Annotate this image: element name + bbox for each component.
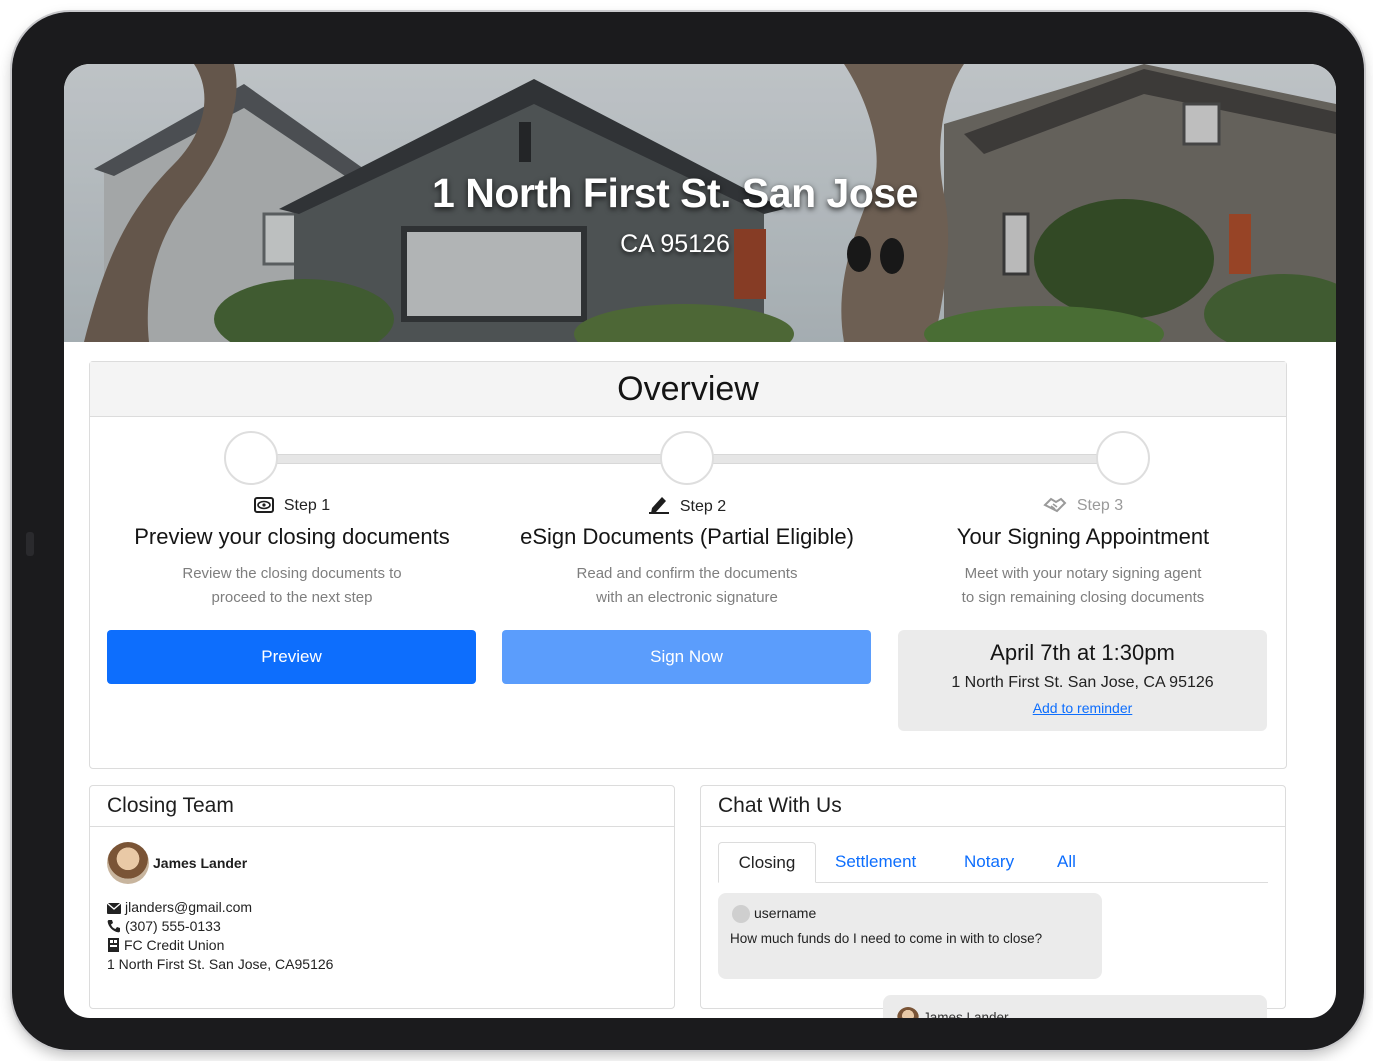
step1-label-row: Step 1 xyxy=(107,494,477,518)
tab-settlement[interactable]: Settlement xyxy=(835,842,916,882)
step2-description: Read and confirm the documents with an el… xyxy=(502,562,872,610)
appointment-box: April 7th at 1:30pm 1 North First St. Sa… xyxy=(898,630,1267,731)
overview-panel: Overview Step 1 Preview your closing doc… xyxy=(89,361,1287,769)
building-icon xyxy=(108,938,119,952)
chat-card: Chat With Us Closing Settlement Notary A… xyxy=(700,785,1286,1018)
message-sender: username xyxy=(732,905,816,923)
screen: 1 North First St. San Jose CA 95126 Over… xyxy=(64,64,1336,1018)
message-text: How much funds do I need to come in with… xyxy=(730,931,1043,946)
step2-desc-line2: with an electronic signature xyxy=(596,589,778,606)
handshake-icon xyxy=(1043,497,1067,513)
closing-team-card: Closing Team James Lander jlanders@gmail… xyxy=(89,785,675,1009)
team-member: James Lander xyxy=(107,842,247,884)
sign-now-button[interactable]: Sign Now xyxy=(502,630,871,684)
company-row: FC Credit Union xyxy=(107,936,333,955)
tablet-side-button xyxy=(26,532,34,556)
message-username: username xyxy=(754,905,817,921)
chat-message: username How much funds do I need to com… xyxy=(718,893,1102,979)
step2-label-row: Step 2 xyxy=(502,494,872,518)
step1-title: Preview your closing documents xyxy=(134,524,450,549)
reply-sender: James Lander xyxy=(897,1007,1009,1018)
appointment-address: 1 North First St. San Jose, CA 95126 xyxy=(951,674,1214,691)
overview-heading: Overview xyxy=(90,362,1286,417)
step3-desc-line1: Meet with your notary signing agent xyxy=(964,565,1202,582)
tab-all[interactable]: All xyxy=(1057,842,1076,882)
member-phone[interactable]: (307) 555-0133 xyxy=(125,918,221,934)
reply-username: James Lander xyxy=(923,1010,1009,1018)
progress-dot-step3 xyxy=(1096,431,1150,485)
step2-column: Step 2 eSign Documents (Partial Eligible… xyxy=(502,494,872,610)
property-address-title: 1 North First St. San Jose xyxy=(432,170,918,216)
step2-label: Step 2 xyxy=(679,498,727,515)
address-row: 1 North First St. San Jose, CA95126 xyxy=(107,955,333,974)
user-avatar-icon xyxy=(732,905,750,923)
tab-notary[interactable]: Notary xyxy=(964,842,1014,882)
step2-title: eSign Documents (Partial Eligible) xyxy=(520,524,854,549)
phone-row: (307) 555-0133 xyxy=(107,917,333,936)
email-row: jlanders@gmail.com xyxy=(106,898,333,917)
step3-title: Your Signing Appointment xyxy=(956,524,1210,549)
step3-column: Step 3 Your Signing Appointment Meet wit… xyxy=(898,494,1268,610)
progress-dot-step2 xyxy=(660,431,714,485)
tab-closing[interactable]: Closing xyxy=(718,842,816,883)
step1-column: Step 1 Preview your closing documents Re… xyxy=(107,494,477,610)
envelope-icon xyxy=(106,902,122,914)
step3-desc-line2: to sign remaining closing documents xyxy=(961,589,1205,606)
step3-label: Step 3 xyxy=(1076,497,1124,514)
member-address: 1 North First St. San Jose, CA95126 xyxy=(107,956,334,972)
step2-desc-line1: Read and confirm the documents xyxy=(576,565,798,582)
phone-icon xyxy=(107,920,120,933)
chat-title: Chat With Us xyxy=(701,786,1285,827)
step3-description: Meet with your notary signing agent to si… xyxy=(898,562,1268,610)
progress-dot-step1 xyxy=(224,431,278,485)
step1-desc-line1: Review the closing documents to xyxy=(182,565,402,582)
property-state-zip: CA 95126 xyxy=(620,230,730,258)
preview-button[interactable]: Preview xyxy=(107,630,476,684)
reply-avatar xyxy=(897,1007,919,1018)
chat-tabs: Closing Settlement Notary All xyxy=(718,842,1268,883)
step3-label-row: Step 3 xyxy=(898,494,1268,518)
step1-label: Step 1 xyxy=(283,497,331,514)
member-name: James Lander xyxy=(153,855,248,871)
member-company: FC Credit Union xyxy=(124,937,225,953)
avatar xyxy=(107,842,149,884)
appointment-time: April 7th at 1:30pm xyxy=(990,640,1175,665)
step1-desc-line2: proceed to the next step xyxy=(211,589,373,606)
eye-icon xyxy=(253,497,274,513)
member-contact-info: jlanders@gmail.com (307) 555-0133 FC Cre… xyxy=(106,898,333,974)
closing-team-title: Closing Team xyxy=(90,786,674,827)
pen-icon xyxy=(648,497,669,514)
member-email[interactable]: jlanders@gmail.com xyxy=(125,899,252,915)
tablet-frame: 1 North First St. San Jose CA 95126 Over… xyxy=(12,12,1364,1050)
add-to-reminder-link[interactable]: Add to reminder xyxy=(1033,700,1133,716)
hero-banner: 1 North First St. San Jose CA 95126 xyxy=(64,64,1336,342)
step1-description: Review the closing documents to proceed t… xyxy=(107,562,477,610)
chat-message-reply: James Lander xyxy=(883,995,1267,1018)
